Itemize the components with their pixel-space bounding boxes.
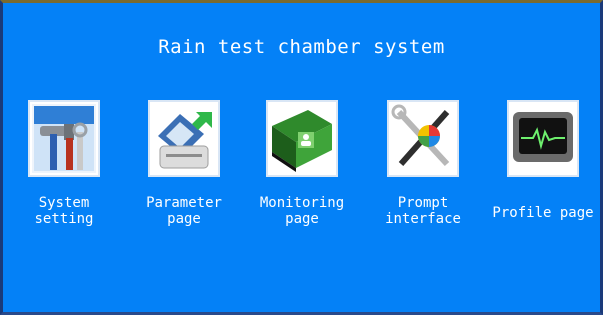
menu-item-system-setting[interactable]: System setting xyxy=(14,100,114,227)
waveform-monitor-icon[interactable] xyxy=(507,100,579,177)
menu-label: Profile page xyxy=(492,205,594,221)
tools-icon[interactable] xyxy=(28,100,100,177)
menu-item-profile-page[interactable]: Profile page xyxy=(492,100,594,221)
menu-item-monitoring-page[interactable]: Monitoring page xyxy=(252,100,352,227)
main-screen: Rain test chamber system System setting xyxy=(0,0,603,315)
menu-item-parameter-page[interactable]: Parameter page xyxy=(134,100,234,227)
contact-book-icon[interactable] xyxy=(266,100,338,177)
menu-label: Parameter page xyxy=(146,195,222,227)
menu-item-prompt-interface[interactable]: Prompt interface xyxy=(373,100,473,227)
page-title: Rain test chamber system xyxy=(158,36,445,58)
save-icon[interactable] xyxy=(148,100,220,177)
menu-label: System setting xyxy=(34,195,94,227)
color-tools-icon[interactable] xyxy=(387,100,459,177)
menu-label: Monitoring page xyxy=(259,195,345,227)
menu-label: Prompt interface xyxy=(385,195,461,227)
